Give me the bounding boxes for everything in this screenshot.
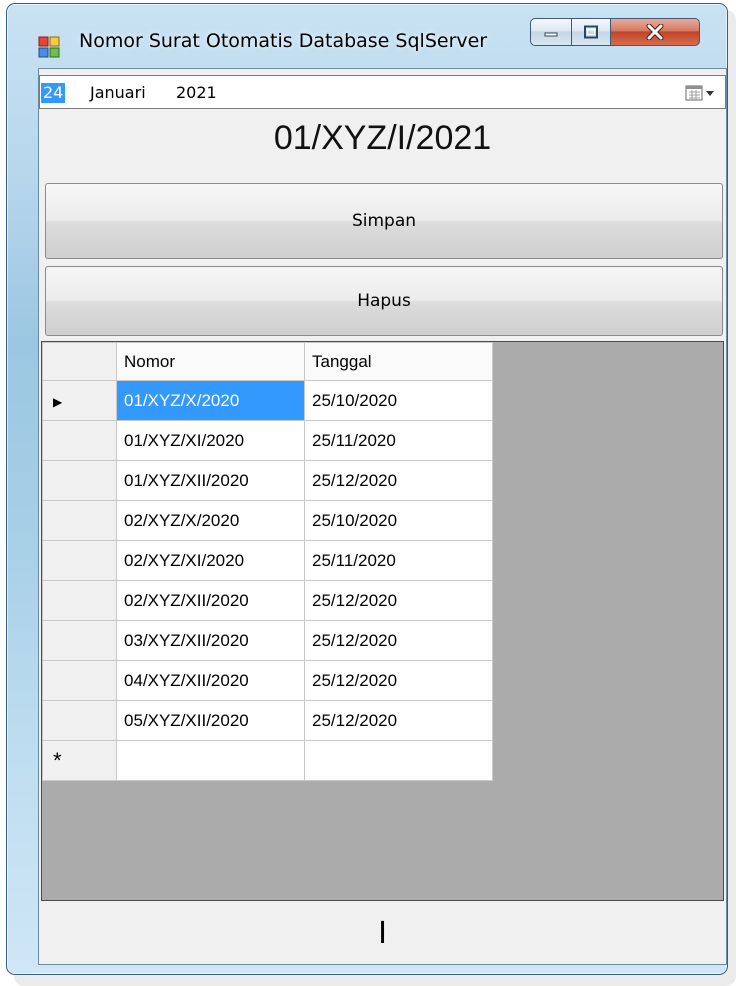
app-icon bbox=[38, 36, 60, 58]
cell-nomor[interactable]: 02/XYZ/XII/2020 bbox=[116, 580, 305, 621]
save-button[interactable]: Simpan bbox=[45, 183, 723, 259]
cell-tanggal[interactable]: 25/10/2020 bbox=[304, 380, 493, 421]
date-year-field[interactable]: 2021 bbox=[176, 83, 217, 103]
cell-nomor[interactable]: 04/XYZ/XII/2020 bbox=[116, 660, 305, 701]
minimize-button[interactable] bbox=[530, 18, 572, 46]
row-header[interactable] bbox=[42, 500, 117, 541]
main-window: Nomor Surat Otomatis Database SqlServer … bbox=[6, 3, 728, 975]
new-row[interactable]: * bbox=[42, 740, 493, 781]
row-header[interactable] bbox=[42, 540, 117, 581]
row-header[interactable] bbox=[42, 580, 117, 621]
table-row[interactable]: 04/XYZ/XII/2020 25/12/2020 bbox=[42, 660, 493, 701]
calendar-dropdown-button[interactable] bbox=[685, 83, 719, 103]
cell-tanggal[interactable]: 25/12/2020 bbox=[304, 620, 493, 661]
maximize-icon bbox=[584, 25, 598, 39]
date-picker[interactable]: 24 Januari 2021 bbox=[39, 75, 726, 109]
new-row-icon: * bbox=[53, 747, 62, 773]
table-row[interactable]: 05/XYZ/XII/2020 25/12/2020 bbox=[42, 700, 493, 741]
cell-nomor-new[interactable] bbox=[116, 740, 305, 781]
row-header[interactable]: ▶ bbox=[42, 380, 117, 421]
client-area: 24 Januari 2021 01/XYZ/I/2021 Simpan Hap… bbox=[38, 68, 727, 965]
grid-header-row: Nomor Tanggal bbox=[42, 342, 493, 381]
cell-tanggal[interactable]: 25/12/2020 bbox=[304, 460, 493, 501]
cell-nomor[interactable]: 05/XYZ/XII/2020 bbox=[116, 700, 305, 741]
cell-nomor[interactable]: 01/XYZ/XI/2020 bbox=[116, 420, 305, 461]
row-header[interactable] bbox=[42, 420, 117, 461]
row-header[interactable] bbox=[42, 660, 117, 701]
cell-tanggal[interactable]: 25/11/2020 bbox=[304, 540, 493, 581]
table-row[interactable]: 03/XYZ/XII/2020 25/12/2020 bbox=[42, 620, 493, 661]
column-header-nomor[interactable]: Nomor bbox=[116, 342, 305, 381]
table-row[interactable]: 01/XYZ/XI/2020 25/11/2020 bbox=[42, 420, 493, 461]
close-icon bbox=[646, 24, 664, 40]
delete-button[interactable]: Hapus bbox=[45, 266, 723, 336]
row-header[interactable]: * bbox=[42, 740, 117, 781]
cell-nomor[interactable]: 02/XYZ/X/2020 bbox=[116, 500, 305, 541]
table-row[interactable]: 01/XYZ/XII/2020 25/12/2020 bbox=[42, 460, 493, 501]
row-header[interactable] bbox=[42, 620, 117, 661]
cell-nomor[interactable]: 01/XYZ/XII/2020 bbox=[116, 460, 305, 501]
cell-tanggal[interactable]: 25/12/2020 bbox=[304, 580, 493, 621]
cell-tanggal[interactable]: 25/12/2020 bbox=[304, 700, 493, 741]
table-row[interactable]: 02/XYZ/XI/2020 25/11/2020 bbox=[42, 540, 493, 581]
status-area: I bbox=[39, 904, 726, 964]
date-month-field[interactable]: Januari bbox=[90, 83, 146, 103]
data-grid-table: Nomor Tanggal ▶ 01/XYZ/X/2020 25/10/2020… bbox=[42, 342, 493, 781]
table-row[interactable]: 02/XYZ/X/2020 25/10/2020 bbox=[42, 500, 493, 541]
table-row[interactable]: ▶ 01/XYZ/X/2020 25/10/2020 bbox=[42, 380, 493, 421]
cell-tanggal-new[interactable] bbox=[304, 740, 493, 781]
title-bar[interactable]: Nomor Surat Otomatis Database SqlServer bbox=[7, 4, 727, 68]
window-title: Nomor Surat Otomatis Database SqlServer bbox=[79, 30, 488, 52]
data-grid[interactable]: Nomor Tanggal ▶ 01/XYZ/X/2020 25/10/2020… bbox=[41, 341, 724, 901]
calendar-dropdown-icon bbox=[685, 85, 714, 101]
maximize-button[interactable] bbox=[571, 18, 611, 46]
column-header-tanggal[interactable]: Tanggal bbox=[304, 342, 493, 381]
row-header[interactable] bbox=[42, 460, 117, 501]
status-label: I bbox=[378, 916, 387, 951]
cell-tanggal[interactable]: 25/12/2020 bbox=[304, 660, 493, 701]
cell-nomor[interactable]: 02/XYZ/XI/2020 bbox=[116, 540, 305, 581]
table-row[interactable]: 02/XYZ/XII/2020 25/12/2020 bbox=[42, 580, 493, 621]
grid-corner-header[interactable] bbox=[42, 342, 117, 381]
close-button[interactable] bbox=[610, 18, 700, 46]
cell-nomor[interactable]: 01/XYZ/X/2020 bbox=[116, 380, 305, 421]
date-day-field[interactable]: 24 bbox=[41, 83, 66, 103]
current-row-icon: ▶ bbox=[53, 394, 63, 409]
cell-nomor[interactable]: 03/XYZ/XII/2020 bbox=[116, 620, 305, 661]
minimize-icon bbox=[544, 32, 558, 37]
cell-tanggal[interactable]: 25/11/2020 bbox=[304, 420, 493, 461]
generated-letter-number: 01/XYZ/I/2021 bbox=[273, 119, 492, 157]
row-header[interactable] bbox=[42, 700, 117, 741]
cell-tanggal[interactable]: 25/10/2020 bbox=[304, 500, 493, 541]
